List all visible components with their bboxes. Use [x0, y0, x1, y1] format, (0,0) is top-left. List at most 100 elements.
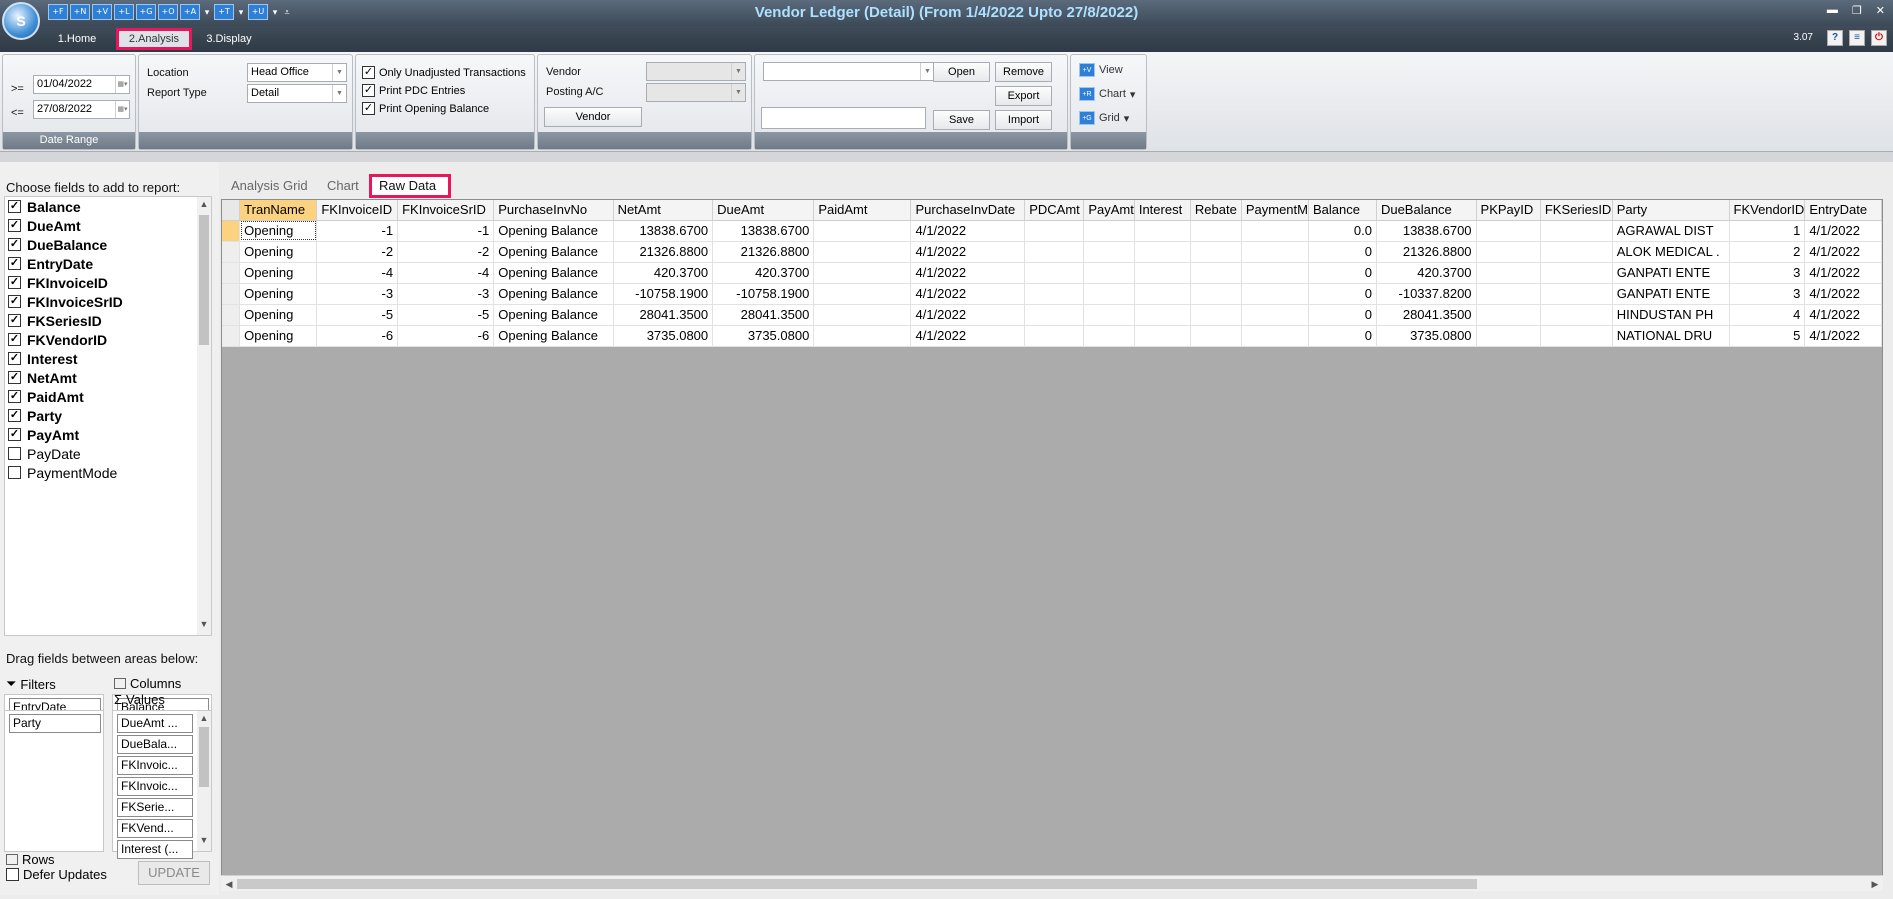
scroll-up-icon[interactable]: ▲ [197, 199, 211, 213]
table-cell[interactable]: 0 [1308, 262, 1377, 284]
table-cell[interactable]: Opening [239, 241, 318, 263]
checkbox-checked-icon[interactable]: ✓ [8, 200, 21, 213]
table-cell[interactable] [1540, 241, 1613, 263]
table-cell[interactable] [1540, 220, 1613, 242]
close-icon[interactable]: ✕ [1876, 4, 1885, 17]
chevron-down-icon[interactable]: ▾ [1130, 88, 1136, 101]
table-row[interactable]: Opening -5 -5 Opening Balance 28041.3500 2804… [222, 304, 1882, 326]
table-cell[interactable] [1241, 304, 1309, 326]
report-type-select[interactable]: Detail ▼ [247, 84, 347, 103]
table-cell[interactable] [1476, 220, 1541, 242]
table-cell[interactable] [1083, 283, 1135, 305]
field-list-item[interactable]: ✓ PayAmt [5, 425, 211, 444]
minimize-icon[interactable]: ▬ [1827, 4, 1838, 17]
table-cell[interactable] [1190, 304, 1242, 326]
rows-area[interactable]: Party [4, 710, 104, 852]
column-header[interactable]: EntryDate [1804, 200, 1882, 221]
table-cell[interactable] [1476, 283, 1541, 305]
table-row[interactable]: Opening -4 -4 Opening Balance 420.3700 420.37… [222, 262, 1882, 284]
checkbox-checked-icon[interactable]: ✓ [362, 102, 375, 115]
table-cell[interactable]: 21326.8800 [712, 241, 815, 263]
table-cell[interactable]: NATIONAL DRU [1612, 325, 1730, 347]
tab-display[interactable]: 3.Display [200, 28, 258, 50]
table-cell[interactable]: Opening [239, 325, 318, 347]
table-cell[interactable] [1476, 325, 1541, 347]
table-cell[interactable]: 3735.0800 [613, 325, 714, 347]
table-cell[interactable] [1083, 241, 1135, 263]
column-header[interactable]: Interest [1134, 200, 1191, 221]
table-cell[interactable] [1083, 220, 1135, 242]
table-cell[interactable]: 420.3700 [1376, 262, 1477, 284]
row-header[interactable] [222, 304, 241, 326]
table-cell[interactable]: 5 [1729, 325, 1806, 347]
table-row[interactable]: Opening -6 -6 Opening Balance 3735.0800 3735.… [222, 325, 1882, 347]
table-cell[interactable]: GANPATI ENTE [1612, 283, 1730, 305]
table-cell[interactable] [1540, 304, 1613, 326]
table-cell[interactable] [813, 283, 912, 305]
checkbox-unchecked-icon[interactable] [8, 447, 21, 460]
table-cell[interactable] [1540, 325, 1613, 347]
checkbox-unchecked-icon[interactable] [6, 868, 19, 881]
save-button[interactable]: Save [933, 110, 990, 130]
tab-analysis[interactable]: 2.Analysis [116, 28, 192, 50]
grid-command[interactable]: +G Grid ▾ [1079, 111, 1129, 125]
table-cell[interactable]: Opening Balance [493, 262, 614, 284]
field-list-item[interactable]: PaymentMode [5, 463, 211, 482]
table-cell[interactable]: 1 [1729, 220, 1806, 242]
from-date-picker[interactable]: 01/04/2022 ▦▾ [33, 75, 130, 94]
field-list-item[interactable]: ✓ FKVendorID [5, 330, 211, 349]
scroll-thumb[interactable] [199, 215, 209, 345]
table-cell[interactable]: 4/1/2022 [1804, 325, 1882, 347]
column-header[interactable]: PaymentM [1241, 200, 1309, 221]
row-header[interactable] [222, 325, 241, 347]
checkbox-checked-icon[interactable]: ✓ [8, 238, 21, 251]
field-list-item[interactable]: ✓ EntryDate [5, 254, 211, 273]
field-list-item[interactable]: ✓ DueBalance [5, 235, 211, 254]
table-cell[interactable] [1476, 262, 1541, 284]
fields-scrollbar[interactable]: ▲ ▼ [197, 197, 211, 635]
scroll-thumb[interactable] [199, 727, 209, 787]
table-cell[interactable] [1241, 220, 1309, 242]
table-cell[interactable]: -2 [397, 241, 495, 263]
table-cell[interactable] [1190, 241, 1242, 263]
table-cell[interactable]: 28041.3500 [613, 304, 714, 326]
table-cell[interactable]: 4/1/2022 [910, 262, 1026, 284]
table-cell[interactable]: 4/1/2022 [910, 241, 1026, 263]
column-header[interactable]: TranName [239, 200, 318, 221]
table-cell[interactable]: ALOK MEDICAL . [1612, 241, 1730, 263]
location-select[interactable]: Head Office ▼ [247, 63, 347, 82]
table-cell[interactable]: 3735.0800 [712, 325, 815, 347]
remove-button[interactable]: Remove [995, 62, 1052, 82]
chevron-down-icon[interactable]: ▼ [731, 63, 745, 80]
checkbox-checked-icon[interactable]: ✓ [8, 409, 21, 422]
table-cell[interactable]: 4/1/2022 [1804, 241, 1882, 263]
table-cell[interactable]: -2 [316, 241, 399, 263]
table-cell[interactable] [1024, 241, 1085, 263]
table-cell[interactable]: 13838.6700 [712, 220, 815, 242]
open-button[interactable]: Open [933, 62, 990, 82]
table-cell[interactable] [1024, 304, 1085, 326]
grid-horizontal-scrollbar[interactable]: ◀ ▶ [221, 875, 1883, 891]
table-cell[interactable]: Opening [239, 304, 318, 326]
defer-updates-row[interactable]: Defer Updates [6, 867, 107, 882]
table-cell[interactable] [1134, 283, 1191, 305]
table-cell[interactable]: -5 [316, 304, 399, 326]
calendar-icon[interactable]: ▦▾ [115, 101, 129, 118]
column-header[interactable]: DueBalance [1376, 200, 1477, 221]
column-header[interactable]: DueAmt [712, 200, 815, 221]
chevron-down-icon[interactable]: ▼ [332, 85, 346, 102]
layout-name-input[interactable] [761, 107, 926, 129]
checkbox-checked-icon[interactable]: ✓ [8, 314, 21, 327]
field-list-item[interactable]: PayDate [5, 444, 211, 463]
column-header[interactable]: PurchaseInvDate [910, 200, 1026, 221]
table-cell[interactable]: 0 [1308, 304, 1377, 326]
values-area[interactable]: DueAmt ... DueBala... FKInvoic... FKInvoic.… [112, 710, 212, 859]
table-cell[interactable] [1190, 325, 1242, 347]
table-cell[interactable]: -10337.8200 [1376, 283, 1477, 305]
table-cell[interactable]: 420.3700 [712, 262, 815, 284]
table-cell[interactable] [1024, 325, 1085, 347]
table-cell[interactable]: 4/1/2022 [910, 283, 1026, 305]
value-field-item[interactable]: FKInvoic... [117, 756, 193, 775]
exit-icon[interactable]: ⏻ [1871, 30, 1887, 46]
tab-analysis-grid[interactable]: Analysis Grid [231, 174, 316, 198]
